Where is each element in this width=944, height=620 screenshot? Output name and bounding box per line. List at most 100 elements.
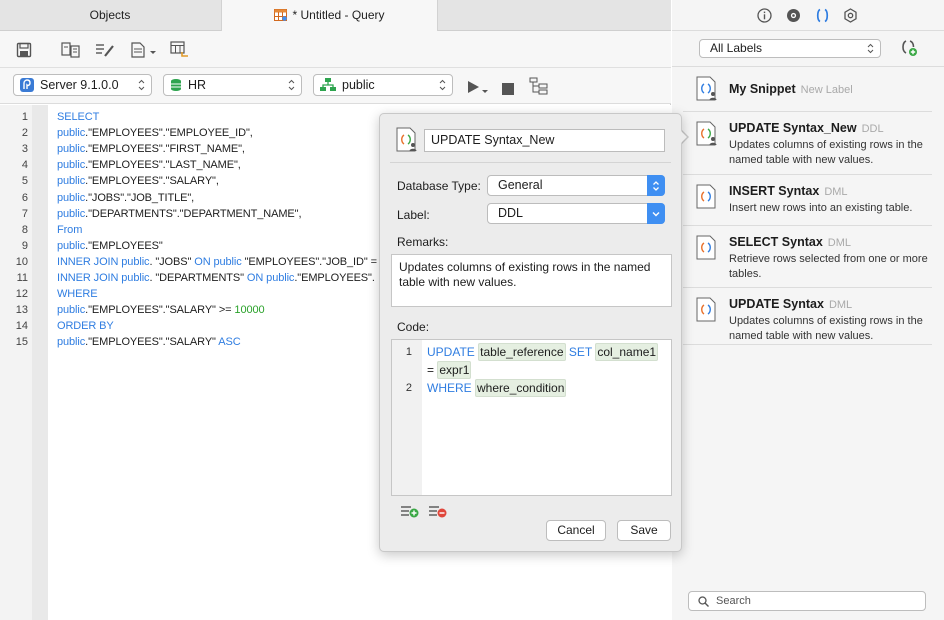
database-type-select[interactable]: General [487, 175, 665, 196]
info-icon[interactable] [756, 7, 772, 23]
tab-query[interactable]: * Untitled - Query [221, 0, 438, 32]
sql-text: ."EMPLOYEES"."EMPLOYEE_ID", [85, 127, 253, 140]
snippet-description: Retrieve rows selected from one or more … [729, 253, 928, 280]
database-select-value: HR [188, 78, 207, 92]
line-number: 2 [21, 127, 28, 140]
explain-plan-icon[interactable] [529, 76, 549, 96]
sql-line: public."DEPARTMENTS"."DEPARTMENT_NAME", [57, 207, 302, 220]
sql-text: . "JOBS" [149, 255, 195, 268]
sql-keyword: ON public [194, 255, 242, 268]
label-select[interactable]: DDL [487, 203, 665, 224]
snippet-description: Updates columns of existing rows in the … [729, 139, 923, 166]
snippet-item-my-snippet[interactable]: My Snippet New Label [683, 68, 932, 112]
editor-toolbar [0, 31, 671, 68]
run-icon[interactable] [467, 77, 489, 97]
code-placeholder[interactable]: table_reference [478, 343, 566, 361]
line-number: 12 [15, 288, 28, 301]
save-button[interactable]: Save [617, 520, 671, 541]
snippet-file-icon [696, 297, 716, 322]
explain-icon[interactable] [95, 40, 115, 60]
sql-keyword: INNER JOIN public [57, 272, 150, 284]
user-snippet-icon [396, 127, 417, 152]
sql-text: ."DEPARTMENTS"."DEPARTMENT_NAME", [85, 207, 302, 220]
code-placeholder[interactable]: col_name1 [595, 343, 659, 361]
schema-select[interactable]: public [313, 74, 453, 96]
server-select-value: Server 9.1.0.0 [40, 78, 119, 92]
tab-objects[interactable]: Objects [0, 0, 220, 31]
sql-text: ."EMPLOYEES"."FIRST_NAME", [85, 143, 245, 156]
sql-line: INNER JOIN public. "JOBS" ON public "EMP… [57, 256, 386, 268]
user-snippet-icon [696, 121, 717, 146]
sql-keyword: ON public [246, 272, 295, 284]
new-snippet-icon[interactable] [900, 39, 918, 60]
eye-icon[interactable] [785, 7, 801, 23]
code-line-gutter [392, 340, 422, 495]
line-number: 7 [21, 207, 28, 220]
stop-icon[interactable] [502, 79, 514, 99]
snippet-code-editor[interactable]: 1 2 UPDATE table_reference SET col_name1… [391, 339, 672, 496]
sql-keyword: public [57, 143, 86, 156]
label-filter-select[interactable]: All Labels [699, 39, 881, 58]
table-icon[interactable] [170, 40, 190, 60]
server-select[interactable]: Server 9.1.0.0 [13, 74, 152, 96]
code-placeholder[interactable]: where_condition [475, 379, 567, 397]
code-placeholder[interactable]: expr1 [437, 361, 472, 379]
sql-line: SELECT [57, 111, 99, 123]
line-number: 3 [21, 143, 28, 156]
snippet-tag: New Label [800, 84, 853, 96]
export-icon[interactable] [130, 40, 158, 60]
remove-placeholder-icon[interactable] [428, 504, 448, 521]
snippet-search-input[interactable]: Search [688, 591, 926, 611]
sql-keyword: WHERE [57, 288, 98, 301]
snippet-name-input[interactable]: UPDATE Syntax_New [424, 129, 665, 152]
tab-bar: Objects * Untitled - Query [0, 0, 671, 32]
sql-keyword: public [57, 336, 86, 349]
line-number: 5 [21, 175, 28, 188]
beautify-sql-icon[interactable] [61, 40, 81, 60]
database-select[interactable]: HR [163, 74, 302, 96]
chevron-down-icon [647, 203, 665, 224]
sql-line: public."EMPLOYEES"."SALARY" ASC [57, 336, 241, 348]
code-line: = expr1 [427, 361, 472, 379]
app-window: Objects * Untitled - Query Server 9.1.0.… [0, 0, 944, 620]
snippet-title: INSERT Syntax DML [729, 184, 848, 198]
sql-keyword: From [57, 223, 83, 236]
sql-line: public."EMPLOYEES" [57, 240, 163, 252]
sql-text: ."EMPLOYEES"."SALARY", [85, 175, 219, 188]
code-snippet-icon[interactable] [814, 7, 830, 23]
sql-keyword: public [57, 175, 86, 188]
sql-keyword: public [57, 191, 86, 204]
connection-bar: Server 9.1.0.0 HR public [0, 68, 671, 104]
snippet-title: My Snippet New Label [729, 82, 853, 96]
save-icon[interactable] [16, 40, 32, 60]
sql-line: INNER JOIN public. "DEPARTMENTS" ON publ… [57, 272, 375, 284]
sql-text: ."JOBS"."JOB_TITLE", [85, 191, 195, 204]
sql-line: public."JOBS"."JOB_TITLE", [57, 192, 194, 204]
cancel-button[interactable]: Cancel [546, 520, 606, 541]
code-line: WHERE where_condition [427, 379, 567, 397]
snippet-item-update-syntax-new[interactable]: UPDATE Syntax_New DDL Updates columns of … [683, 113, 932, 175]
sql-keyword: public [57, 159, 86, 172]
snippet-title: UPDATE Syntax_New DDL [729, 121, 884, 135]
sql-text: ."EMPLOYEES" [85, 239, 163, 252]
sql-keyword: public [57, 304, 86, 317]
snippet-edit-popover: UPDATE Syntax_New Database Type: General… [379, 113, 682, 552]
snippet-item-insert-syntax[interactable]: INSERT Syntax DML Insert new rows into an… [683, 176, 932, 226]
hexagon-gear-icon[interactable] [842, 7, 858, 23]
schema-select-value: public [342, 78, 375, 92]
chevron-updown-icon [288, 79, 295, 91]
add-placeholder-icon[interactable] [400, 504, 420, 521]
sql-keyword: ASC [218, 336, 241, 349]
search-placeholder: Search [716, 595, 751, 607]
snippet-file-icon [696, 184, 716, 209]
user-snippet-icon [696, 76, 717, 101]
code-label: Code: [397, 320, 430, 334]
label-select-value: DDL [498, 206, 524, 220]
snippet-item-select-syntax[interactable]: SELECT Syntax DML Retrieve rows selected … [683, 227, 932, 288]
snippet-item-update-syntax[interactable]: UPDATE Syntax DML Updates columns of exis… [683, 289, 932, 345]
line-number: 1 [21, 111, 28, 123]
label-filter-value: All Labels [710, 41, 763, 55]
remarks-textarea[interactable]: Updates columns of existing rows in the … [391, 254, 672, 307]
code-line: UPDATE table_reference SET col_name1 [427, 343, 659, 361]
sql-line: public."EMPLOYEES"."SALARY" >= 10000 [57, 304, 265, 316]
